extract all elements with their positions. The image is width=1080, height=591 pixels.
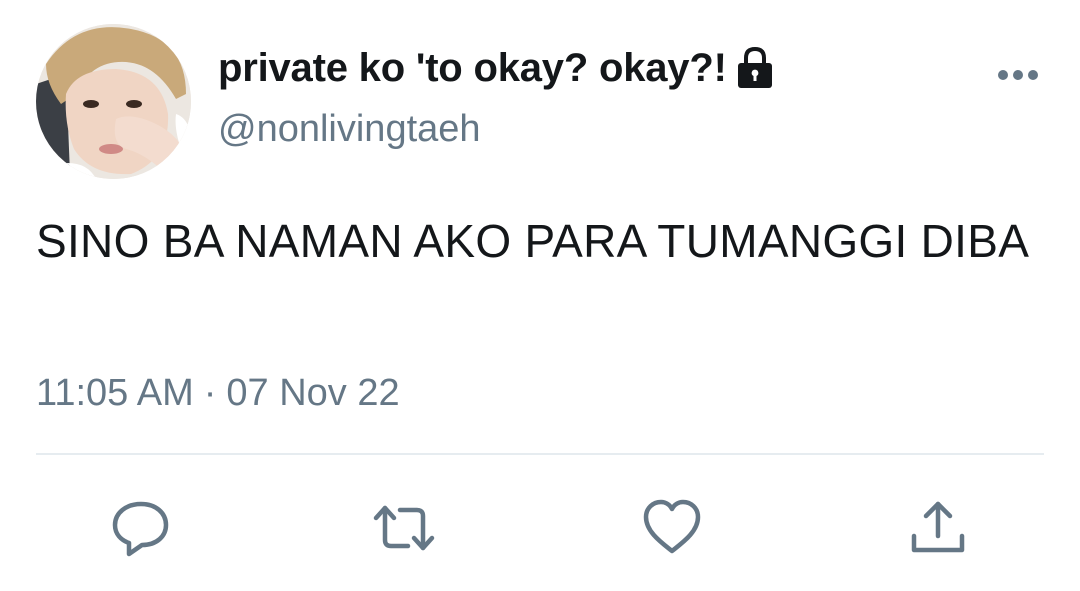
lock-icon: [735, 46, 775, 90]
reply-button[interactable]: [108, 496, 172, 560]
more-options-icon[interactable]: [996, 60, 1040, 90]
avatar[interactable]: [36, 24, 191, 179]
share-button[interactable]: [906, 496, 970, 560]
tweet-text: SINO BA NAMAN AKO PARA TUMANGGI DIBA: [36, 215, 1030, 267]
share-upload-icon: [911, 501, 965, 553]
like-button[interactable]: [640, 496, 704, 560]
retweet-arrows-icon: [373, 505, 435, 551]
tweet-date: 07 Nov 22: [226, 372, 400, 414]
speech-bubble-icon: [112, 501, 169, 557]
heart-icon: [643, 499, 701, 554]
user-handle[interactable]: @nonlivingtaeh: [218, 108, 481, 151]
avatar-photo: [36, 24, 191, 179]
timestamp-separator: ·: [203, 372, 217, 414]
display-name-row: private ko 'to okay? okay?!: [218, 40, 775, 96]
divider: [36, 453, 1044, 455]
tweet-time: 11:05 AM: [36, 372, 194, 414]
display-name[interactable]: private ko 'to okay? okay?!: [218, 46, 727, 91]
timestamp[interactable]: 11:05 AM · 07 Nov 22: [36, 372, 400, 415]
retweet-button[interactable]: [372, 496, 436, 560]
